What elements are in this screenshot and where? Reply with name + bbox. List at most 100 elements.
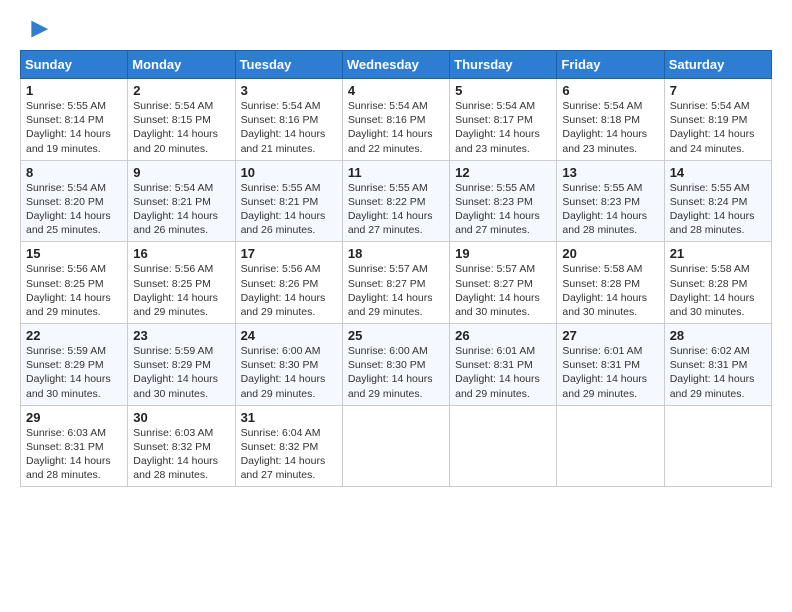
day-number: 16: [133, 246, 229, 261]
day-info: Sunrise: 5:57 AMSunset: 8:27 PMDaylight:…: [455, 263, 540, 318]
weekday-header-saturday: Saturday: [664, 51, 771, 79]
day-info: Sunrise: 5:56 AMSunset: 8:25 PMDaylight:…: [133, 263, 218, 318]
logo: [20, 16, 50, 44]
day-info: Sunrise: 6:04 AMSunset: 8:32 PMDaylight:…: [241, 427, 326, 482]
day-number: 19: [455, 246, 551, 261]
day-number: 14: [670, 165, 766, 180]
day-number: 22: [26, 328, 122, 343]
day-info: Sunrise: 5:54 AMSunset: 8:17 PMDaylight:…: [455, 100, 540, 155]
day-number: 7: [670, 83, 766, 98]
calendar-header-row: SundayMondayTuesdayWednesdayThursdayFrid…: [21, 51, 772, 79]
day-info: Sunrise: 5:58 AMSunset: 8:28 PMDaylight:…: [670, 263, 755, 318]
calendar-cell: 3 Sunrise: 5:54 AMSunset: 8:16 PMDayligh…: [235, 79, 342, 161]
day-number: 26: [455, 328, 551, 343]
weekday-header-tuesday: Tuesday: [235, 51, 342, 79]
calendar-cell: 19 Sunrise: 5:57 AMSunset: 8:27 PMDaylig…: [450, 242, 557, 324]
day-info: Sunrise: 5:55 AMSunset: 8:14 PMDaylight:…: [26, 100, 111, 155]
day-info: Sunrise: 5:54 AMSunset: 8:15 PMDaylight:…: [133, 100, 218, 155]
calendar-cell: [557, 405, 664, 487]
day-info: Sunrise: 5:59 AMSunset: 8:29 PMDaylight:…: [26, 345, 111, 400]
day-number: 24: [241, 328, 337, 343]
calendar-week-4: 22 Sunrise: 5:59 AMSunset: 8:29 PMDaylig…: [21, 324, 772, 406]
day-info: Sunrise: 6:03 AMSunset: 8:31 PMDaylight:…: [26, 427, 111, 482]
header: [20, 16, 772, 44]
day-number: 13: [562, 165, 658, 180]
calendar-week-5: 29 Sunrise: 6:03 AMSunset: 8:31 PMDaylig…: [21, 405, 772, 487]
day-number: 8: [26, 165, 122, 180]
day-info: Sunrise: 5:54 AMSunset: 8:19 PMDaylight:…: [670, 100, 755, 155]
calendar-cell: 7 Sunrise: 5:54 AMSunset: 8:19 PMDayligh…: [664, 79, 771, 161]
day-number: 2: [133, 83, 229, 98]
day-number: 31: [241, 410, 337, 425]
weekday-header-thursday: Thursday: [450, 51, 557, 79]
calendar-cell: 23 Sunrise: 5:59 AMSunset: 8:29 PMDaylig…: [128, 324, 235, 406]
day-number: 11: [348, 165, 444, 180]
day-info: Sunrise: 6:00 AMSunset: 8:30 PMDaylight:…: [348, 345, 433, 400]
calendar-cell: 31 Sunrise: 6:04 AMSunset: 8:32 PMDaylig…: [235, 405, 342, 487]
calendar-cell: 30 Sunrise: 6:03 AMSunset: 8:32 PMDaylig…: [128, 405, 235, 487]
day-info: Sunrise: 5:58 AMSunset: 8:28 PMDaylight:…: [562, 263, 647, 318]
calendar-cell: 5 Sunrise: 5:54 AMSunset: 8:17 PMDayligh…: [450, 79, 557, 161]
day-info: Sunrise: 5:55 AMSunset: 8:23 PMDaylight:…: [562, 182, 647, 237]
calendar-cell: [664, 405, 771, 487]
calendar-week-2: 8 Sunrise: 5:54 AMSunset: 8:20 PMDayligh…: [21, 160, 772, 242]
day-info: Sunrise: 5:54 AMSunset: 8:20 PMDaylight:…: [26, 182, 111, 237]
calendar-cell: 11 Sunrise: 5:55 AMSunset: 8:22 PMDaylig…: [342, 160, 449, 242]
calendar-cell: 21 Sunrise: 5:58 AMSunset: 8:28 PMDaylig…: [664, 242, 771, 324]
calendar-cell: 6 Sunrise: 5:54 AMSunset: 8:18 PMDayligh…: [557, 79, 664, 161]
day-number: 4: [348, 83, 444, 98]
weekday-header-sunday: Sunday: [21, 51, 128, 79]
day-info: Sunrise: 5:55 AMSunset: 8:23 PMDaylight:…: [455, 182, 540, 237]
calendar-cell: [342, 405, 449, 487]
day-number: 27: [562, 328, 658, 343]
calendar-body: 1 Sunrise: 5:55 AMSunset: 8:14 PMDayligh…: [21, 79, 772, 487]
calendar-table: SundayMondayTuesdayWednesdayThursdayFrid…: [20, 50, 772, 487]
day-info: Sunrise: 5:55 AMSunset: 8:22 PMDaylight:…: [348, 182, 433, 237]
weekday-header-friday: Friday: [557, 51, 664, 79]
day-number: 5: [455, 83, 551, 98]
day-info: Sunrise: 5:56 AMSunset: 8:25 PMDaylight:…: [26, 263, 111, 318]
calendar-cell: 1 Sunrise: 5:55 AMSunset: 8:14 PMDayligh…: [21, 79, 128, 161]
calendar-cell: 18 Sunrise: 5:57 AMSunset: 8:27 PMDaylig…: [342, 242, 449, 324]
day-info: Sunrise: 6:01 AMSunset: 8:31 PMDaylight:…: [562, 345, 647, 400]
day-info: Sunrise: 6:01 AMSunset: 8:31 PMDaylight:…: [455, 345, 540, 400]
calendar-cell: 10 Sunrise: 5:55 AMSunset: 8:21 PMDaylig…: [235, 160, 342, 242]
calendar-cell: 2 Sunrise: 5:54 AMSunset: 8:15 PMDayligh…: [128, 79, 235, 161]
day-info: Sunrise: 5:54 AMSunset: 8:18 PMDaylight:…: [562, 100, 647, 155]
calendar-cell: 4 Sunrise: 5:54 AMSunset: 8:16 PMDayligh…: [342, 79, 449, 161]
day-info: Sunrise: 5:54 AMSunset: 8:21 PMDaylight:…: [133, 182, 218, 237]
day-info: Sunrise: 5:57 AMSunset: 8:27 PMDaylight:…: [348, 263, 433, 318]
day-info: Sunrise: 6:03 AMSunset: 8:32 PMDaylight:…: [133, 427, 218, 482]
day-number: 20: [562, 246, 658, 261]
day-number: 15: [26, 246, 122, 261]
day-info: Sunrise: 5:54 AMSunset: 8:16 PMDaylight:…: [241, 100, 326, 155]
main-container: SundayMondayTuesdayWednesdayThursdayFrid…: [0, 0, 792, 497]
day-number: 17: [241, 246, 337, 261]
day-number: 30: [133, 410, 229, 425]
day-number: 21: [670, 246, 766, 261]
calendar-cell: 28 Sunrise: 6:02 AMSunset: 8:31 PMDaylig…: [664, 324, 771, 406]
calendar-cell: 8 Sunrise: 5:54 AMSunset: 8:20 PMDayligh…: [21, 160, 128, 242]
day-number: 6: [562, 83, 658, 98]
calendar-cell: 27 Sunrise: 6:01 AMSunset: 8:31 PMDaylig…: [557, 324, 664, 406]
calendar-cell: 22 Sunrise: 5:59 AMSunset: 8:29 PMDaylig…: [21, 324, 128, 406]
calendar-cell: 25 Sunrise: 6:00 AMSunset: 8:30 PMDaylig…: [342, 324, 449, 406]
day-number: 10: [241, 165, 337, 180]
calendar-week-3: 15 Sunrise: 5:56 AMSunset: 8:25 PMDaylig…: [21, 242, 772, 324]
calendar-cell: 13 Sunrise: 5:55 AMSunset: 8:23 PMDaylig…: [557, 160, 664, 242]
calendar-cell: 20 Sunrise: 5:58 AMSunset: 8:28 PMDaylig…: [557, 242, 664, 324]
calendar-cell: 16 Sunrise: 5:56 AMSunset: 8:25 PMDaylig…: [128, 242, 235, 324]
day-info: Sunrise: 5:59 AMSunset: 8:29 PMDaylight:…: [133, 345, 218, 400]
calendar-cell: 12 Sunrise: 5:55 AMSunset: 8:23 PMDaylig…: [450, 160, 557, 242]
day-number: 1: [26, 83, 122, 98]
calendar-cell: [450, 405, 557, 487]
logo-icon: [22, 16, 50, 44]
calendar-cell: 17 Sunrise: 5:56 AMSunset: 8:26 PMDaylig…: [235, 242, 342, 324]
day-number: 9: [133, 165, 229, 180]
day-number: 25: [348, 328, 444, 343]
day-number: 3: [241, 83, 337, 98]
weekday-header-monday: Monday: [128, 51, 235, 79]
weekday-header-wednesday: Wednesday: [342, 51, 449, 79]
day-number: 28: [670, 328, 766, 343]
day-info: Sunrise: 5:54 AMSunset: 8:16 PMDaylight:…: [348, 100, 433, 155]
